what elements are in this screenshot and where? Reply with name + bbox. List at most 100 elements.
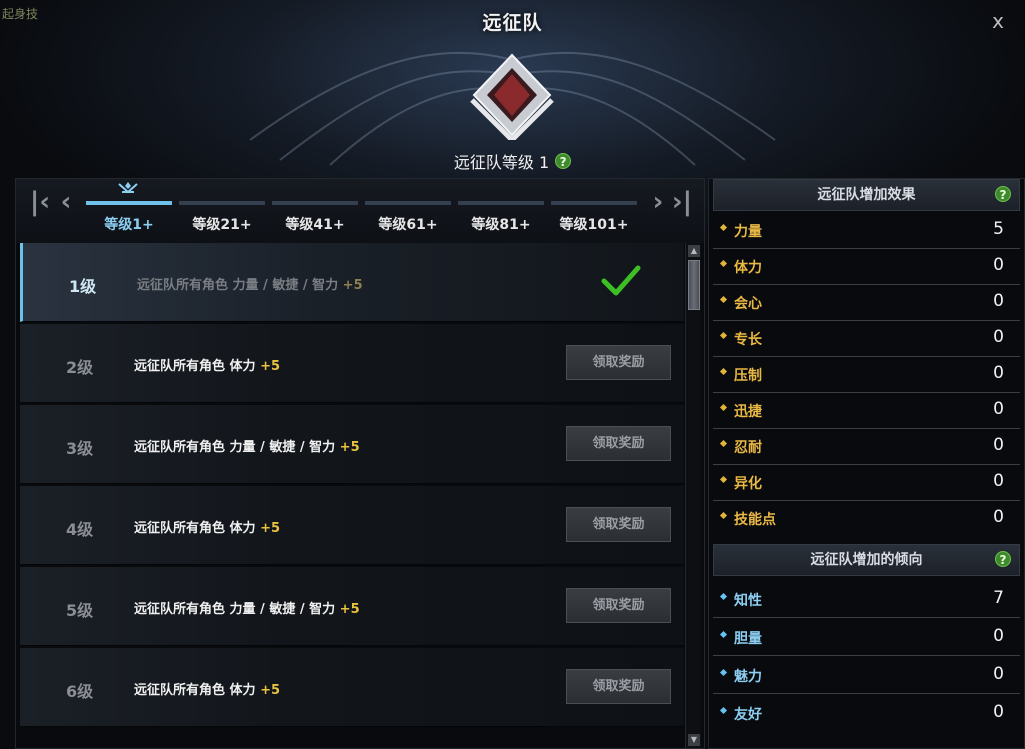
level-row-3: 3级 远征队所有角色 力量 / 敏捷 / 智力 +5 领取奖励 [20,405,684,484]
stat-row-crit: 会心 0 [713,285,1020,321]
scroll-thumb[interactable] [688,260,700,310]
level-label: 3级 [66,439,94,458]
stat-row-vitality: 体力 0 [713,249,1020,285]
reward-text: 远征队所有角色 力量 / 敏捷 / 智力 [134,602,336,617]
tab-indicator [86,201,172,205]
stat-name: 迅捷 [734,404,762,420]
stat-row-endurance: 忍耐 0 [713,429,1020,465]
stat-row-skill-points: 技能点 0 [713,501,1020,537]
diamond-bullet-icon [719,367,728,376]
tab-label: 等级81+ [471,217,531,233]
stat-value: 0 [993,399,1004,419]
tab-indicator [179,201,265,205]
tab-indicator [272,201,358,205]
diamond-bullet-icon [719,439,728,448]
reward-description: 远征队所有角色 体力 +5 [134,517,280,536]
stat-name: 力量 [734,224,762,240]
tendency-row-courage: 胆量 0 [713,620,1020,656]
tab-indicator [365,201,451,205]
reward-description: 远征队所有角色 力量 / 敏捷 / 智力 +5 [134,598,360,617]
tab-level-1[interactable]: 等级1+ [86,199,172,237]
tendency-name: 友好 [734,707,762,723]
diamond-bullet-icon [719,295,728,304]
prev-page-button[interactable]: ‹ [54,187,78,217]
tendency-value: 0 [993,664,1004,684]
diamond-bullet-icon [719,403,728,412]
help-icon[interactable]: ? [555,153,572,169]
diamond-bullet-icon [719,630,728,639]
reward-bonus: +5 [260,683,281,698]
first-page-button[interactable]: |‹ [28,187,52,217]
claim-reward-button[interactable]: 领取奖励 [566,588,671,623]
reward-description: 远征队所有角色 体力 +5 [134,355,280,374]
tendency-name: 知性 [734,593,762,609]
diamond-bullet-icon [719,259,728,268]
stat-row-expertise: 异化 0 [713,465,1020,501]
stat-name: 会心 [734,296,762,312]
level-reward-list: 1级 远征队所有角色 力量 / 敏捷 / 智力 +5 2级 远征队所有角色 体力… [20,243,684,748]
stat-value: 0 [993,363,1004,383]
tendency-row-intellect: 知性 7 [713,582,1020,618]
expedition-window: 起身技 远征队 x 远征队等级 1? |‹ ‹ 等级1+ 等级21+ 等级41+… [0,0,1025,749]
next-page-button[interactable]: › [646,187,670,217]
close-button[interactable]: x [987,10,1009,32]
claim-reward-button[interactable]: 领取奖励 [566,507,671,542]
reward-description: 远征队所有角色 体力 +5 [134,679,280,698]
list-scrollbar[interactable]: ▲ ▼ [685,243,701,748]
stat-value: 5 [993,219,1004,239]
tendency-name: 胆量 [734,631,762,647]
tab-level-101[interactable]: 等级101+ [551,199,637,237]
reward-text: 远征队所有角色 体力 [134,683,256,698]
tab-label: 等级1+ [104,217,154,233]
effects-help-icon[interactable]: ? [995,186,1011,202]
level-row-2: 2级 远征队所有角色 体力 +5 领取奖励 [20,324,684,403]
tab-level-81[interactable]: 等级81+ [458,199,544,237]
diamond-bullet-icon [719,331,728,340]
tab-level-21[interactable]: 等级21+ [179,199,265,237]
tendency-help-icon[interactable]: ? [995,551,1011,567]
claim-reward-button[interactable]: 领取奖励 [566,669,671,704]
tab-level-61[interactable]: 等级61+ [365,199,451,237]
tendency-title: 远征队增加的倾向 [810,552,923,568]
tab-label: 等级41+ [285,217,345,233]
reward-description: 远征队所有角色 力量 / 敏捷 / 智力 +5 [134,436,360,455]
effects-title: 远征队增加效果 [817,187,916,203]
stat-row-specialization: 专长 0 [713,321,1020,357]
scroll-up-icon[interactable]: ▲ [688,245,700,257]
stat-name: 忍耐 [734,440,762,456]
rank-row: 远征队等级 1? [0,149,1025,173]
diamond-bullet-icon [719,475,728,484]
stat-value: 0 [993,291,1004,311]
stat-row-swiftness: 迅捷 0 [713,393,1020,429]
tendency-value: 7 [993,588,1004,608]
expedition-level-label: 远征队等级 1 [453,153,550,172]
diamond-bullet-icon [719,706,728,715]
effects-section-header: 远征队增加效果 ? [713,179,1020,211]
claimed-check-icon [601,265,641,296]
tendency-name: 魅力 [734,669,762,685]
stat-value: 0 [993,327,1004,347]
reward-text: 远征队所有角色 体力 [134,521,256,536]
tab-label: 等级61+ [378,217,438,233]
stat-name: 专长 [734,332,762,348]
tab-level-41[interactable]: 等级41+ [272,199,358,237]
reward-text: 远征队所有角色 力量 / 敏捷 / 智力 [137,278,339,293]
diamond-bullet-icon [719,668,728,677]
diamond-bullet-icon [719,511,728,520]
tendency-row-charisma: 魅力 0 [713,658,1020,694]
window-title: 远征队 [482,12,543,34]
reward-text: 远征队所有角色 体力 [134,359,256,374]
tendency-row-kindness: 友好 0 [713,696,1020,732]
level-rewards-panel: |‹ ‹ 等级1+ 等级21+ 等级41+ 等级61+ 等级81+ 等级101+… [15,178,705,749]
diamond-bullet-icon [719,592,728,601]
reward-bonus: +5 [260,521,281,536]
last-page-button[interactable]: ›| [670,187,694,217]
scroll-down-icon[interactable]: ▼ [688,734,700,746]
stat-row-domination: 压制 0 [713,357,1020,393]
stat-value: 0 [993,435,1004,455]
claim-reward-button[interactable]: 领取奖励 [566,345,671,380]
level-label: 1级 [69,277,97,296]
reward-bonus: +5 [339,440,360,455]
claim-reward-button[interactable]: 领取奖励 [566,426,671,461]
tab-indicator [551,201,637,205]
